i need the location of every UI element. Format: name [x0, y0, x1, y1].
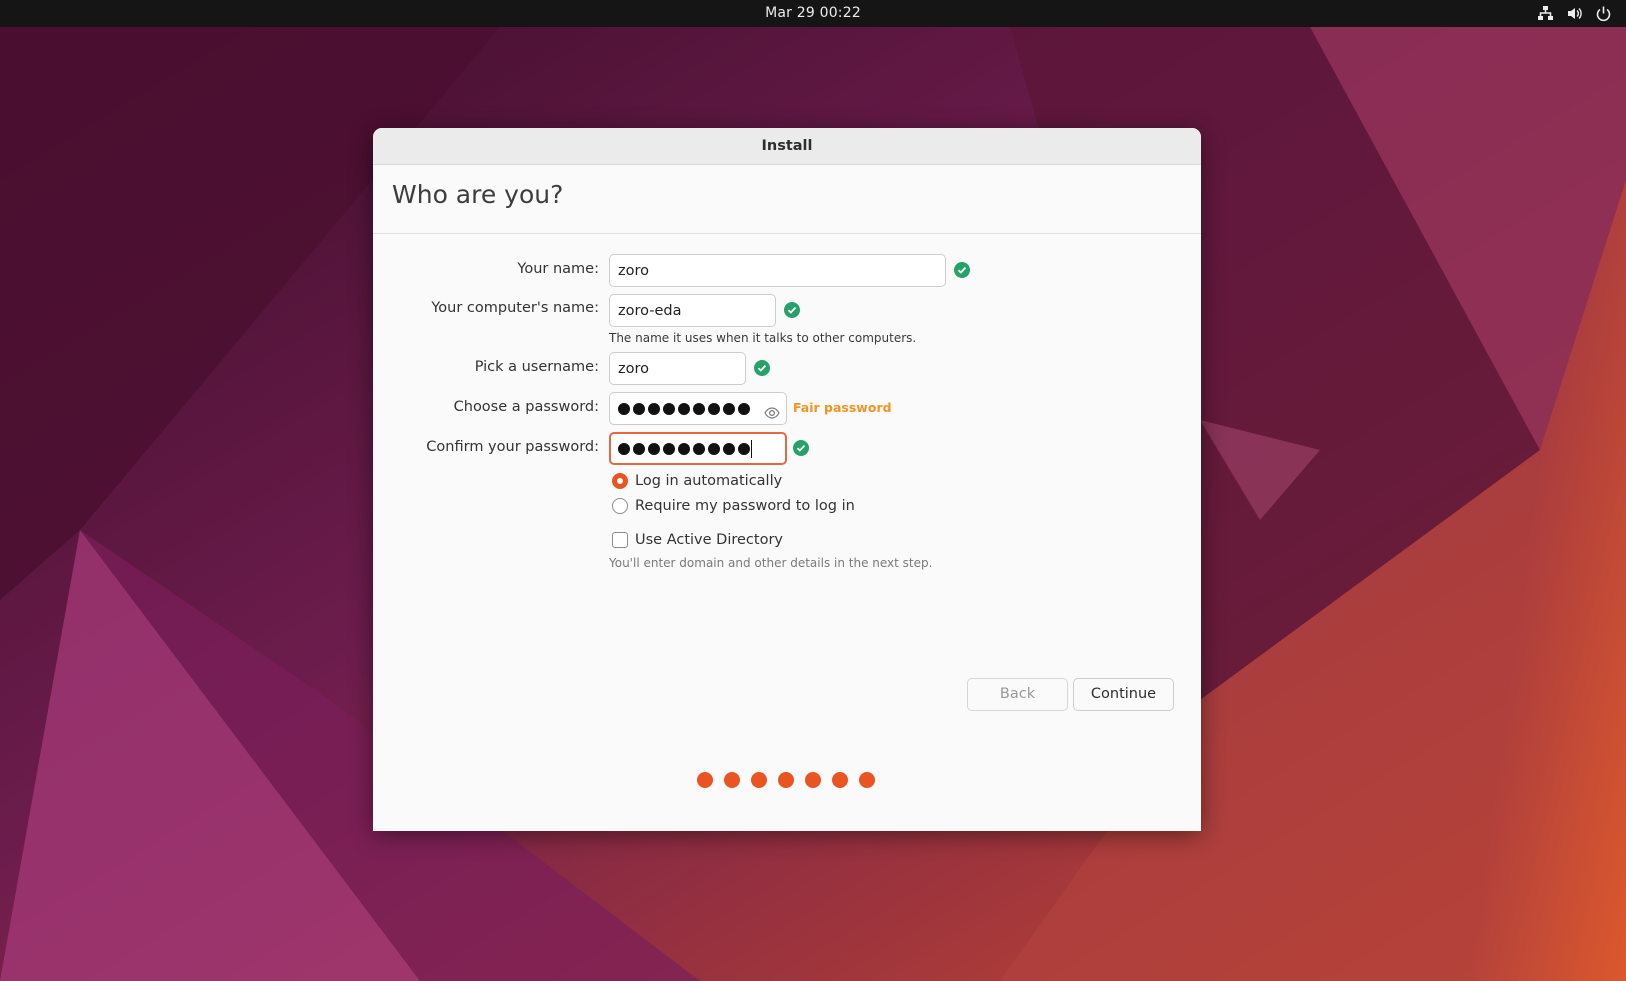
username-input[interactable] — [609, 352, 746, 385]
username-label: Pick a username: — [474, 359, 599, 375]
password-dot — [633, 402, 645, 415]
password-dot — [678, 442, 690, 455]
password-dot — [693, 442, 705, 455]
progress-step-dot — [724, 772, 740, 788]
password-strength: Fair password — [793, 400, 892, 415]
text-cursor — [751, 439, 752, 458]
progress-step-dot — [805, 772, 821, 788]
password-dot — [708, 442, 720, 455]
progress-step-dot — [859, 772, 875, 788]
confirm-password-input[interactable] — [609, 432, 787, 465]
confirm-valid-icon — [793, 440, 809, 456]
password-dot — [723, 402, 735, 415]
password-dot — [738, 402, 750, 415]
back-button[interactable]: Back — [967, 678, 1068, 711]
password-mask — [618, 402, 750, 415]
progress-step-dot — [778, 772, 794, 788]
password-dot — [693, 402, 705, 415]
password-dot — [663, 442, 675, 455]
install-progress — [697, 772, 875, 788]
password-dot — [618, 402, 630, 415]
active-directory-checkbox[interactable] — [612, 532, 628, 548]
computer-name-hint: The name it uses when it talks to other … — [609, 331, 917, 345]
password-dot — [648, 402, 660, 415]
continue-button[interactable]: Continue — [1073, 678, 1174, 711]
password-dot — [648, 442, 660, 455]
installer-window: Install Who are you? Your name: Your com… — [373, 128, 1201, 831]
show-password-icon[interactable] — [764, 401, 780, 432]
page-title: Who are you? — [392, 180, 564, 209]
progress-step-dot — [751, 772, 767, 788]
network-icon[interactable] — [1537, 5, 1554, 22]
active-directory-option[interactable]: Use Active Directory — [612, 532, 783, 548]
confirm-password-mask — [618, 442, 750, 455]
computer-name-valid-icon — [784, 302, 800, 318]
header-divider — [373, 233, 1201, 234]
login-automatically-option[interactable]: Log in automatically — [612, 473, 782, 489]
system-tray[interactable] — [1537, 5, 1612, 22]
your-name-input[interactable] — [609, 254, 946, 287]
password-dot — [663, 402, 675, 415]
username-valid-icon — [754, 360, 770, 376]
password-input[interactable] — [609, 392, 787, 425]
require-password-option[interactable]: Require my password to log in — [612, 498, 855, 514]
login-automatically-radio[interactable] — [612, 473, 628, 489]
window-title[interactable]: Install — [373, 128, 1201, 165]
top-bar: Mar 29 00:22 — [0, 0, 1626, 27]
volume-icon[interactable] — [1566, 5, 1583, 22]
name-valid-icon — [954, 262, 970, 278]
password-dot — [633, 442, 645, 455]
computer-name-label: Your computer's name: — [431, 300, 599, 316]
active-directory-label[interactable]: Use Active Directory — [635, 532, 783, 548]
active-directory-hint: You'll enter domain and other details in… — [609, 556, 933, 570]
password-dot — [678, 402, 690, 415]
password-dot — [738, 442, 750, 455]
confirm-password-label: Confirm your password: — [426, 439, 599, 455]
power-icon[interactable] — [1595, 5, 1612, 22]
password-dot — [708, 402, 720, 415]
password-dot — [618, 442, 630, 455]
password-dot — [723, 442, 735, 455]
password-label: Choose a password: — [453, 399, 599, 415]
progress-step-dot — [832, 772, 848, 788]
clock[interactable]: Mar 29 00:22 — [0, 0, 1626, 27]
login-automatically-label[interactable]: Log in automatically — [635, 473, 782, 489]
require-password-label[interactable]: Require my password to log in — [635, 498, 855, 514]
computer-name-input[interactable] — [609, 294, 776, 327]
progress-step-dot — [697, 772, 713, 788]
require-password-radio[interactable] — [612, 498, 628, 514]
your-name-label: Your name: — [517, 261, 599, 277]
